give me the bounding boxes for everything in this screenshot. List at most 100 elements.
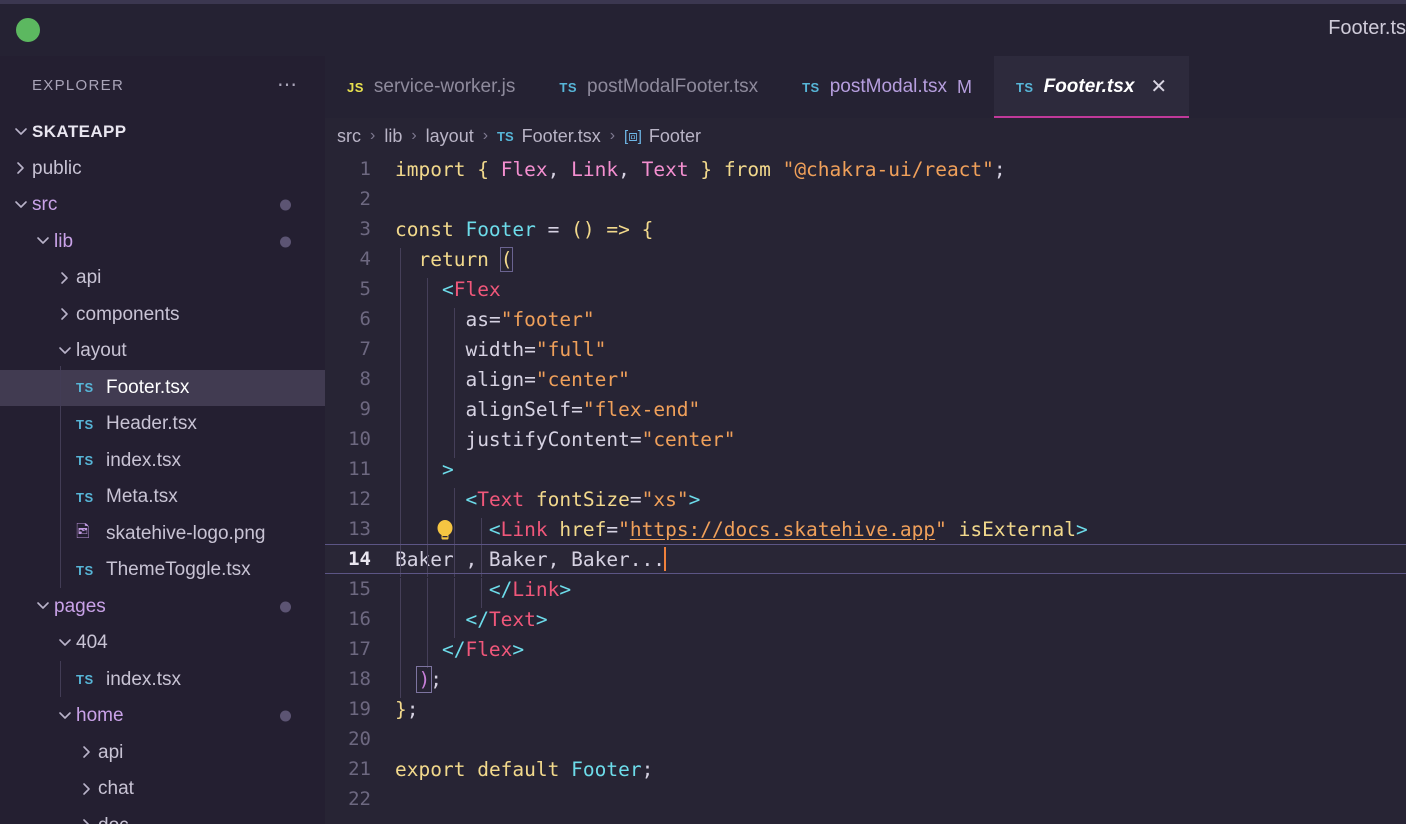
image-file-icon: 🖻 [76, 522, 91, 542]
editor-tab-postmodal-tsx[interactable]: TS postModal.tsx M [780, 56, 994, 118]
line-number: 11 [348, 458, 371, 480]
tree-item-label: index.tsx [106, 668, 181, 690]
code-editor[interactable]: 1 import { Flex, Link, Text } from "@chak… [325, 154, 1406, 824]
tree-item-components[interactable]: components [0, 297, 325, 334]
tree-item-home[interactable]: home [0, 698, 325, 735]
indent-guide [400, 397, 401, 428]
code-line: 18 ); [325, 664, 1406, 698]
breadcrumb-item[interactable]: Footer.tsx [522, 126, 601, 147]
title-bar: Footer.ts [0, 0, 1406, 56]
code-line: 20 [325, 724, 1406, 754]
editor-tab-bar: JS service-worker.js TS postModalFooter.tsx… [325, 56, 1406, 118]
indent-guide [400, 637, 401, 668]
tree-indent-guide [60, 661, 61, 697]
indent-guide [454, 427, 455, 458]
indent-guide [454, 337, 455, 368]
tree-item-404[interactable]: 404 [0, 625, 325, 662]
tree-item-index-tsx[interactable]: TS index.tsx [0, 443, 325, 480]
editor-tab-footer-tsx[interactable]: TS Footer.tsx ✕ [993, 56, 1190, 118]
modified-dot-icon [280, 710, 291, 722]
tree-item-header-tsx[interactable]: TS Header.tsx [0, 406, 325, 443]
indent-guide [427, 367, 428, 398]
tab-label: service-worker.js [373, 76, 516, 97]
code-line: 3 const Footer = () => { [325, 214, 1406, 244]
line-number: 15 [348, 578, 371, 600]
indent-guide [454, 367, 455, 398]
indent-guide [400, 667, 401, 698]
code-text: </Flex> [441, 637, 525, 661]
code-text: export default Footer; [395, 757, 654, 781]
tree-item-doc[interactable]: doc [0, 808, 325, 824]
line-number: 8 [359, 368, 371, 390]
code-line-content: alignSelf="flex-end" [395, 397, 1406, 428]
indent-guide [400, 427, 401, 458]
tree-item-api[interactable]: api [0, 735, 325, 772]
indent-guide [400, 307, 401, 338]
code-line: 2 [325, 184, 1406, 214]
tree-item-meta-tsx[interactable]: TS Meta.tsx [0, 479, 325, 516]
tree-item-chat[interactable]: chat [0, 771, 325, 808]
symbol-class-icon: [⧈] [624, 127, 642, 145]
chevron-down-icon [32, 234, 54, 249]
breadcrumb-item[interactable]: lib [384, 126, 402, 147]
line-number: 16 [348, 608, 371, 630]
tree-item-skatehive-logo-png[interactable]: 🖻 skatehive-logo.png [0, 516, 325, 553]
line-number: 18 [348, 668, 371, 690]
chevron-down-icon [32, 599, 54, 614]
tree-item-public[interactable]: public [0, 151, 325, 188]
code-text: ); [416, 665, 442, 693]
chevron-down-icon [10, 198, 32, 213]
tree-item-pages[interactable]: pages [0, 589, 325, 626]
code-text: > [441, 457, 454, 481]
code-line-content: </Link> [395, 577, 1406, 608]
tree-item-label: ThemeToggle.tsx [106, 559, 251, 581]
typescript-file-icon: TS [802, 79, 820, 95]
ellipsis-icon[interactable]: ⋯ [277, 75, 299, 95]
tree-item-label: 404 [76, 632, 108, 654]
tree-item-label: public [32, 157, 82, 179]
window-close-green-dot[interactable] [16, 18, 40, 42]
tree-item-index-tsx[interactable]: TS index.tsx [0, 662, 325, 699]
editor-tab-service-worker-js[interactable]: JS service-worker.js [325, 56, 537, 118]
indent-guide [427, 457, 428, 488]
tree-item-footer-tsx[interactable]: TS Footer.tsx [0, 369, 325, 406]
code-text: <Flex [441, 277, 501, 301]
tree-item-lib[interactable]: lib [0, 224, 325, 261]
code-line-content: align="center" [395, 367, 1406, 398]
code-line-content: as="footer" [395, 307, 1406, 338]
close-icon[interactable]: ✕ [1150, 77, 1167, 97]
typescript-file-icon: TS [76, 416, 94, 432]
breadcrumb-item[interactable]: layout [426, 126, 474, 147]
tree-item-src[interactable]: src [0, 187, 325, 224]
tab-label: postModal.tsx [829, 76, 947, 97]
editor-area: JS service-worker.js TS postModalFooter.tsx… [325, 56, 1406, 824]
chevron-down-icon [54, 344, 76, 359]
line-number: 17 [348, 638, 371, 660]
code-text: as="footer" [465, 307, 595, 331]
typescript-file-icon: TS [1015, 79, 1034, 95]
tree-item-label: lib [54, 230, 74, 252]
line-number: 5 [359, 278, 371, 300]
code-line: 11 > [325, 454, 1406, 488]
tree-item-api[interactable]: api [0, 260, 325, 297]
indent-guide [400, 277, 401, 308]
tree-root-label: SKATEAPP [32, 122, 127, 142]
tree-item-label: Meta.tsx [106, 486, 178, 508]
line-number: 6 [359, 308, 371, 330]
line-number: 13 [348, 518, 371, 540]
indent-guide [454, 397, 455, 428]
line-number: 20 [348, 728, 371, 750]
line-number: 9 [359, 398, 371, 420]
tree-item-layout[interactable]: layout [0, 333, 325, 370]
typescript-file-icon: TS [76, 562, 94, 578]
explorer-title: EXPLORER [32, 76, 125, 94]
tree-item-themetoggle-tsx[interactable]: TS ThemeToggle.tsx [0, 552, 325, 589]
breadcrumb-item[interactable]: src [337, 126, 361, 147]
code-line: 12 <Text fontSize="xs"> [325, 484, 1406, 518]
indent-guide [481, 577, 482, 608]
breadcrumb-item[interactable]: Footer [649, 126, 701, 147]
code-line: 6 as="footer" [325, 304, 1406, 338]
editor-tab-postmodalfooter-tsx[interactable]: TS postModalFooter.tsx [537, 56, 780, 118]
tree-root-skateapp[interactable]: SKATEAPP [0, 114, 325, 151]
code-line: 14 Baker , Baker, Baker... [325, 544, 1406, 577]
